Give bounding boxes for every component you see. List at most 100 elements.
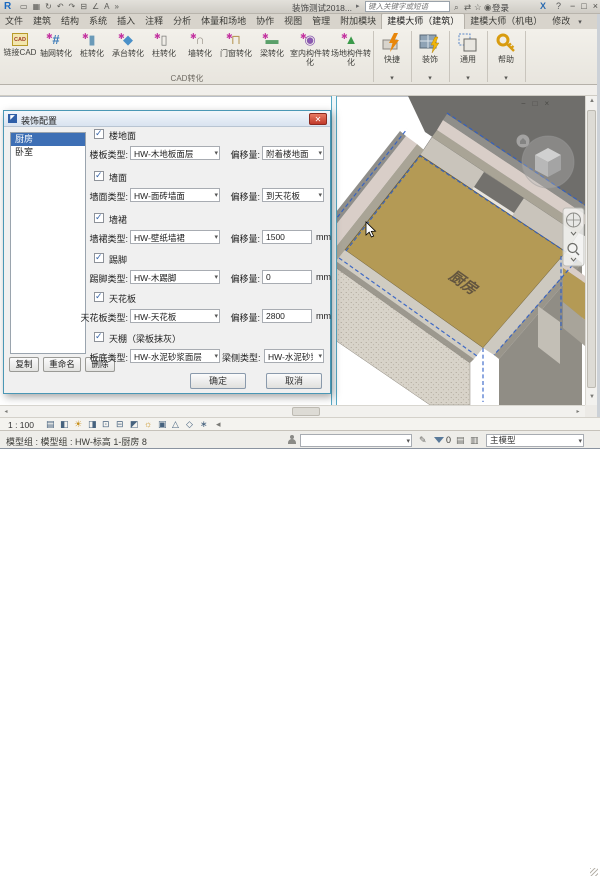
wall-finish-checkbox[interactable]: ✓ — [94, 171, 104, 181]
tab-overflow-icon[interactable]: ▾ — [575, 16, 585, 29]
detail-level-icon[interactable]: ▤ — [46, 419, 55, 430]
sun-path-icon[interactable]: ☀ — [74, 419, 82, 430]
wall-offset-select[interactable]: 到天花板 ▾ — [262, 188, 324, 202]
tab-systems[interactable]: 系统 — [84, 14, 112, 29]
wall-convert-button[interactable]: ∩✱ 墙转化 — [182, 31, 218, 58]
wainscot-checkbox[interactable]: ✓ — [94, 213, 104, 223]
wainscot-type-select[interactable]: HW-壁纸墙裙 ▾ — [130, 230, 220, 244]
resize-grip[interactable] — [590, 868, 598, 876]
sign-in-link[interactable]: 登录 — [492, 2, 509, 14]
tab-annotate[interactable]: 注释 — [140, 14, 168, 29]
measure-icon[interactable]: ∠ — [92, 1, 99, 13]
vertical-scroll-thumb[interactable] — [587, 110, 596, 388]
scroll-right-icon[interactable]: ▸ — [574, 408, 582, 415]
open-icon[interactable]: ▭ — [20, 1, 28, 13]
floor-type-select[interactable]: HW-木地板面层 ▾ — [130, 146, 220, 160]
quick-panel-dropdown-icon[interactable]: ▾ — [374, 74, 410, 82]
show-crop-region-icon[interactable]: ⊟ — [116, 419, 124, 430]
decorate-panel-button[interactable]: 装饰 — [412, 31, 448, 64]
minimize-button[interactable]: − — [570, 0, 575, 13]
navigation-bar[interactable] — [563, 208, 584, 266]
undo-icon[interactable]: ↶ — [57, 1, 64, 13]
view-restore-button[interactable]: □ — [533, 99, 538, 108]
sync-icon[interactable]: ↻ — [45, 1, 52, 13]
site-component-convert-button[interactable]: ▲✱ 场地构件转化 — [331, 31, 371, 67]
analytical-model-icon[interactable]: △ — [172, 419, 179, 430]
grid-convert-button[interactable]: #✱ 轴网转化 — [38, 31, 74, 58]
visual-style-icon[interactable]: ◧ — [60, 419, 69, 430]
editable-only-icon[interactable]: ✎ — [419, 435, 427, 446]
decorate-panel-dropdown-icon[interactable]: ▾ — [412, 74, 448, 82]
dialog-close-button[interactable]: ✕ — [309, 113, 327, 125]
help-panel-button[interactable]: 帮助 — [488, 31, 524, 64]
title-caret-icon[interactable]: ▸ — [356, 2, 360, 10]
select-pinned-icon[interactable]: ▥ — [470, 435, 479, 446]
tab-structure[interactable]: 结构 — [56, 14, 84, 29]
floor-offset-select[interactable]: 附着楼地面 ▾ — [262, 146, 324, 160]
room-item-kitchen[interactable]: 厨房 — [11, 133, 85, 146]
design-option-select[interactable]: 主模型 ▾ — [486, 434, 584, 447]
reveal-hidden-elements-icon[interactable]: ☼ — [144, 419, 152, 429]
select-links-icon[interactable]: ▤ — [456, 435, 465, 446]
general-panel-dropdown-icon[interactable]: ▾ — [450, 74, 486, 82]
lock-3d-view-icon[interactable]: ∗ — [200, 419, 208, 430]
interior-component-convert-button[interactable]: ◉✱ 室内构件转化 — [290, 31, 330, 67]
tab-massing-site[interactable]: 体量和场地 — [196, 14, 251, 29]
pile-convert-button[interactable]: ▮✱ 桩转化 — [74, 31, 110, 58]
help-panel-dropdown-icon[interactable]: ▾ — [488, 74, 524, 82]
worksets-select[interactable]: ▾ — [300, 434, 412, 447]
floor-finish-checkbox[interactable]: ✓ — [94, 129, 104, 139]
temporary-hide-isolate-icon[interactable]: ◩ — [130, 419, 139, 430]
ceiling-type-select[interactable]: HW-天花板 ▾ — [130, 309, 220, 323]
pilecap-convert-button[interactable]: ◆✱ 承台转化 — [110, 31, 146, 58]
crop-view-icon[interactable]: ⊡ — [102, 419, 110, 430]
exchange-icon[interactable]: ⇄ — [464, 2, 471, 13]
horizontal-scrollbar[interactable]: ◂ ▸ — [0, 405, 585, 417]
ceiling-offset-input[interactable] — [262, 309, 312, 323]
tab-view[interactable]: 视图 — [279, 14, 307, 29]
door-window-convert-button[interactable]: ⊓✱ 门窗转化 — [218, 31, 254, 58]
user-icon[interactable]: ◉ — [484, 2, 491, 13]
redo-icon[interactable]: ↷ — [69, 1, 76, 13]
beam-side-type-select[interactable]: HW-水泥砂浆 ▾ — [264, 349, 324, 363]
tab-manage[interactable]: 管理 — [307, 14, 335, 29]
exchange-apps-icon[interactable]: X — [540, 1, 546, 11]
soffit-type-select[interactable]: HW-水泥砂浆面层 ▾ — [130, 349, 220, 363]
star-icon[interactable]: ☆ — [474, 2, 482, 13]
wall-type-select[interactable]: HW-面砖墙面 ▾ — [130, 188, 220, 202]
qat-more-icon[interactable]: » — [114, 1, 118, 13]
tab-collaborate[interactable]: 协作 — [251, 14, 279, 29]
skirting-type-select[interactable]: HW-木踢脚 ▾ — [130, 270, 220, 284]
wainscot-offset-input[interactable] — [262, 230, 312, 244]
view-close-button[interactable]: × — [545, 99, 550, 108]
dialog-title-bar[interactable]: ◤ 装饰配置 ✕ — [4, 111, 330, 127]
vertical-scrollbar[interactable]: ▲ ▼ — [585, 96, 597, 405]
help-icon[interactable]: ? — [556, 1, 561, 11]
tab-modify[interactable]: 修改 — [547, 14, 575, 29]
scale-button[interactable]: 1 : 100 — [8, 420, 34, 430]
text-icon[interactable]: A — [104, 1, 109, 13]
displacement-sets-icon[interactable]: ◇ — [186, 419, 193, 430]
worksharing-user-icon[interactable] — [288, 435, 296, 444]
beam-convert-button[interactable]: ▬✱ 梁转化 — [254, 31, 290, 58]
tab-file[interactable]: 文件 — [0, 14, 28, 29]
tab-insert[interactable]: 插入 — [112, 14, 140, 29]
print-icon[interactable]: ⊟ — [80, 1, 87, 13]
tab-modeling-master-arch[interactable]: 建模大师（建筑） — [381, 13, 465, 29]
quick-panel-button[interactable]: 快捷 — [374, 31, 410, 64]
general-panel-button[interactable]: 通用 — [450, 31, 486, 64]
save-icon[interactable]: ▦ — [33, 1, 41, 13]
vcb-collapse-icon[interactable]: ◂ — [216, 419, 221, 430]
cancel-button[interactable]: 取消 — [266, 373, 322, 389]
maximize-button[interactable]: □ — [581, 0, 586, 13]
scroll-left-icon[interactable]: ◂ — [2, 408, 10, 415]
tab-analyze[interactable]: 分析 — [168, 14, 196, 29]
ok-button[interactable]: 确定 — [190, 373, 246, 389]
search-input[interactable] — [365, 1, 450, 12]
search-icon[interactable]: ⌕ — [454, 2, 459, 13]
skirting-offset-input[interactable] — [262, 270, 312, 284]
skirting-checkbox[interactable]: ✓ — [94, 253, 104, 263]
column-convert-button[interactable]: ▯✱ 柱转化 — [146, 31, 182, 58]
tab-architecture[interactable]: 建筑 — [28, 14, 56, 29]
soffit-checkbox[interactable]: ✓ — [94, 332, 104, 342]
